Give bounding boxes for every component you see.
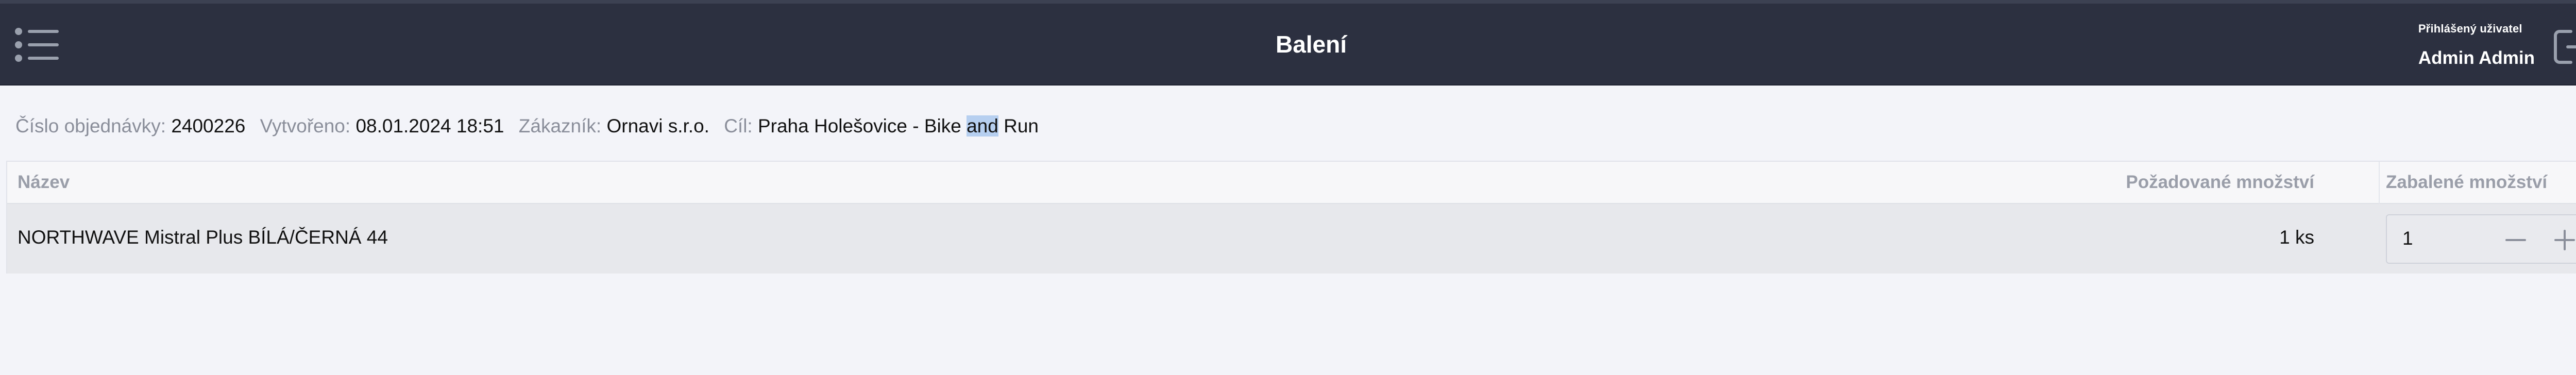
packed-quantity-value[interactable]: 1 [2402,228,2413,249]
user-name: Admin Admin [2418,48,2535,68]
table-row: NORTHWAVE Mistral Plus BÍLÁ/ČERNÁ 44 1 k… [7,204,2576,274]
logout-button[interactable] [2550,26,2576,67]
increase-quantity-button[interactable] [2549,225,2576,255]
items-table: Název Požadované množství Zabalené množs… [6,161,2576,274]
minus-icon [2505,239,2526,241]
top-bar: Balení Přihlášený uživatel Admin Admin [0,0,2576,86]
logout-icon [2554,30,2576,64]
order-number-label: Číslo objednávky: [15,115,166,137]
column-header-name: Název [18,172,70,192]
plus-icon [2554,230,2575,250]
customer-name: Ornavi s.r.o. [606,115,709,137]
created-date: 08.01.2024 18:51 [355,115,504,137]
customer-label: Zákazník: [518,115,602,137]
target-text-end: Run [998,115,1039,137]
target-label: Cíl: [724,115,753,137]
decrease-quantity-button[interactable] [2500,225,2531,255]
item-name: NORTHWAVE Mistral Plus BÍLÁ/ČERNÁ 44 [18,227,388,248]
page-title: Balení [1275,31,1347,58]
target-text-start: Praha Holešovice - Bike [757,115,967,137]
table-header: Název Požadované množství Zabalené množs… [7,162,2576,204]
user-caption: Přihlášený uživatel [2418,22,2522,35]
order-info: Číslo objednávky: 2400226 Vytvořeno: 08.… [15,115,1039,137]
packed-quantity-stepper[interactable]: 1 [2386,214,2576,264]
target-value: Praha Holešovice - Bike and Run [758,115,1039,137]
column-divider [2379,162,2380,204]
user-info: Přihlášený uživatel Admin Admin [2418,22,2535,69]
created-label: Vytvořeno: [260,115,351,137]
column-header-requested: Požadované množství [2126,172,2314,192]
column-header-packed: Zabalené množství [2386,172,2548,192]
target-text-selected: and [967,115,998,137]
item-requested-quantity: 1 ks [2279,227,2314,248]
order-number: 2400226 [171,115,246,137]
